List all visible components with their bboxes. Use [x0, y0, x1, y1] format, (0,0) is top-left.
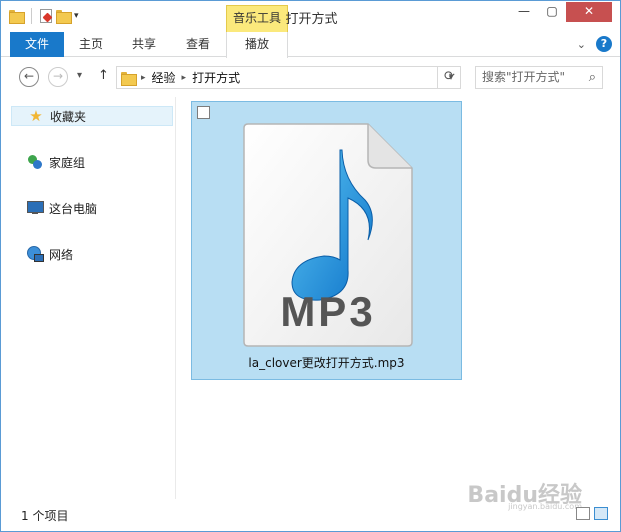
watermark-url: jingyan.baidu.com [508, 502, 582, 511]
sidebar-item-network[interactable]: 网络 [11, 244, 73, 264]
search-placeholder: 搜索"打开方式" [482, 70, 566, 84]
sidebar-item-favorites[interactable]: ★ 收藏夹 [11, 106, 173, 126]
recent-locations-dropdown-icon[interactable]: ▾ [77, 70, 82, 81]
music-tools-context-tab: 音乐工具 [226, 5, 288, 32]
tab-home[interactable]: 主页 [67, 32, 115, 57]
window-title: 打开方式 [285, 12, 338, 27]
back-button[interactable]: ← [19, 67, 39, 87]
large-icons-view-icon[interactable] [594, 507, 608, 520]
mp3-file-icon: MP3 [240, 120, 415, 353]
refresh-button[interactable]: ⟳ [437, 66, 461, 89]
details-view-icon[interactable] [576, 507, 590, 520]
file-list-pane: MP3 la_clover更改打开方式.mp3 [177, 97, 620, 499]
navigation-pane: ★ 收藏夹 家庭组 这台电脑 网络 [1, 97, 176, 499]
breadcrumb-separator-icon[interactable]: ▸ [182, 73, 187, 83]
tab-share[interactable]: 共享 [119, 32, 169, 57]
homegroup-icon [27, 154, 43, 170]
item-checkbox[interactable] [197, 106, 210, 119]
close-button[interactable]: ✕ [566, 2, 612, 22]
sidebar-item-label: 网络 [49, 247, 74, 262]
quick-access-toolbar: ▾ [9, 8, 79, 24]
breadcrumb-item[interactable]: 经验 [152, 69, 176, 86]
sidebar-item-homegroup[interactable]: 家庭组 [11, 152, 85, 172]
sidebar-item-label: 这台电脑 [49, 201, 98, 216]
search-icon[interactable]: ⌕ [589, 67, 596, 88]
network-icon [27, 246, 44, 262]
sidebar-item-label: 家庭组 [49, 155, 86, 170]
help-icon[interactable]: ? [596, 36, 612, 52]
folder-icon [121, 71, 137, 86]
navigation-bar: ← → ▾ ↑ ▸ 经验 ▸ 打开方式 ▾ ⟳ 搜索"打开方式" ⌕ [1, 58, 620, 96]
folder-icon[interactable] [9, 10, 25, 24]
status-bar: 1 个项目 Baidu经验 jingyan.baidu.com [1, 483, 620, 531]
mp3-label: MP3 [280, 288, 375, 335]
file-name: la_clover更改打开方式.mp3 [248, 356, 405, 370]
view-switcher [576, 507, 608, 520]
file-item[interactable]: MP3 la_clover更改打开方式.mp3 [191, 101, 462, 380]
up-button[interactable]: ↑ [98, 68, 109, 83]
forward-button[interactable]: → [48, 67, 68, 87]
minimize-button[interactable]: — [510, 2, 538, 22]
search-input[interactable]: 搜索"打开方式" ⌕ [475, 66, 603, 89]
address-bar[interactable]: ▸ 经验 ▸ 打开方式 ▾ [116, 66, 461, 89]
maximize-button[interactable]: ▢ [538, 2, 566, 22]
tab-play[interactable]: 播放 [226, 32, 288, 58]
tab-file[interactable]: 文件 [10, 32, 64, 57]
star-icon: ★ [29, 107, 43, 125]
computer-icon [27, 201, 44, 215]
toolbar-separator [31, 8, 32, 24]
expand-ribbon-chevron-icon[interactable]: ⌄ [577, 38, 586, 51]
sidebar-item-this-pc[interactable]: 这台电脑 [11, 198, 97, 218]
customize-toolbar-dropdown-icon[interactable]: ▾ [74, 11, 79, 21]
sidebar-item-label: 收藏夹 [50, 109, 87, 124]
breadcrumb-separator-icon[interactable]: ▸ [141, 73, 146, 83]
title-bar: ▾ 音乐工具 打开方式 — ▢ ✕ [1, 1, 620, 32]
properties-icon[interactable] [40, 9, 52, 23]
window-controls: — ▢ ✕ [510, 2, 612, 22]
breadcrumb-item[interactable]: 打开方式 [192, 69, 240, 86]
new-folder-icon[interactable] [56, 10, 72, 24]
explorer-window: ▾ 音乐工具 打开方式 — ▢ ✕ 文件 主页 共享 查看 播放 ⌄ ? ← →… [0, 0, 621, 532]
ribbon-tabs: 文件 主页 共享 查看 播放 ⌄ ? [1, 32, 620, 58]
tab-view[interactable]: 查看 [173, 32, 223, 57]
ribbon-right-controls: ⌄ ? [577, 36, 612, 52]
item-count: 1 个项目 [21, 509, 69, 523]
